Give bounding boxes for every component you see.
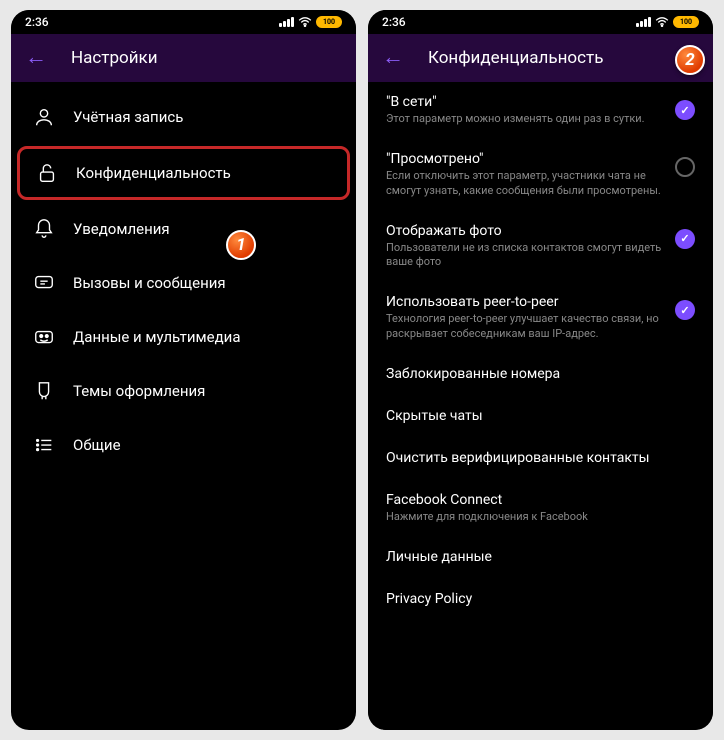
sidebar-item-account[interactable]: Учётная запись: [11, 90, 356, 144]
priv-item-blocked[interactable]: Заблокированные номера: [368, 354, 713, 396]
priv-item-clear[interactable]: Очистить верифицированные контакты: [368, 438, 713, 480]
sidebar-item-themes[interactable]: Темы оформления: [11, 364, 356, 418]
annotation-badge-1: 1: [226, 230, 256, 260]
radio-checked[interactable]: [675, 100, 695, 120]
priv-title: Личные данные: [386, 549, 695, 565]
phone-screen-settings: 2:36 100 ← Настройки Учётная запись Конф…: [11, 10, 356, 730]
signal-icon: [279, 17, 294, 27]
radio-unchecked[interactable]: [675, 157, 695, 177]
lock-icon: [36, 162, 58, 184]
radio-checked[interactable]: [675, 300, 695, 320]
media-icon: [33, 326, 55, 348]
app-header: ← Конфиденциальность: [368, 34, 713, 82]
wifi-icon: [298, 17, 312, 27]
priv-title: Заблокированные номера: [386, 366, 695, 382]
sidebar-item-media[interactable]: Данные и мультимедиа: [11, 310, 356, 364]
status-bar: 2:36 100: [368, 10, 713, 34]
settings-list: Учётная запись Конфиденциальность Уведом…: [11, 82, 356, 480]
priv-item-online[interactable]: "В сети" Этот параметр можно изменять од…: [368, 82, 713, 139]
annotation-badge-2: 2: [675, 45, 705, 75]
back-icon[interactable]: ←: [25, 47, 47, 69]
priv-item-personal[interactable]: Личные данные: [368, 537, 713, 579]
priv-title: Отображать фото: [386, 223, 663, 239]
battery-icon: 100: [673, 16, 699, 28]
status-bar: 2:36 100: [11, 10, 356, 34]
status-time: 2:36: [25, 15, 49, 29]
setting-label: Вызовы и сообщения: [73, 274, 226, 292]
signal-icon: [636, 17, 651, 27]
priv-item-policy[interactable]: Privacy Policy: [368, 579, 713, 621]
setting-label: Общие: [73, 436, 121, 454]
priv-item-p2p[interactable]: Использовать peer-to-peer Технология pee…: [368, 282, 713, 354]
priv-item-photo[interactable]: Отображать фото Пользователи не из списк…: [368, 211, 713, 283]
sidebar-item-notifications[interactable]: Уведомления: [11, 202, 356, 256]
setting-label: Учётная запись: [73, 108, 183, 126]
header-title: Настройки: [71, 48, 158, 68]
priv-item-facebook[interactable]: Facebook Connect Нажмите для подключения…: [368, 480, 713, 537]
priv-title: Privacy Policy: [386, 591, 695, 607]
phone-screen-privacy: 2:36 100 ← Конфиденциальность "В сети" Э…: [368, 10, 713, 730]
header-title: Конфиденциальность: [428, 48, 603, 68]
brush-icon: [33, 380, 55, 402]
priv-title: Использовать peer-to-peer: [386, 294, 663, 310]
app-header: ← Настройки: [11, 34, 356, 82]
priv-title: Скрытые чаты: [386, 408, 695, 424]
setting-label: Уведомления: [73, 220, 170, 238]
bell-icon: [33, 218, 55, 240]
priv-title: "В сети": [386, 94, 663, 110]
privacy-list: "В сети" Этот параметр можно изменять од…: [368, 82, 713, 730]
priv-desc: Технология peer-to-peer улучшает качеств…: [386, 312, 663, 342]
priv-title: Facebook Connect: [386, 492, 695, 508]
priv-desc: Пользователи не из списка контактов смог…: [386, 241, 663, 271]
status-indicators: 100: [279, 16, 342, 28]
wifi-icon: [655, 17, 669, 27]
status-time: 2:36: [382, 15, 406, 29]
priv-desc: Если отключить этот параметр, участники …: [386, 169, 663, 199]
setting-label: Темы оформления: [73, 382, 205, 400]
list-icon: [33, 434, 55, 456]
battery-icon: 100: [316, 16, 342, 28]
setting-label: Данные и мультимедиа: [73, 328, 240, 346]
radio-checked[interactable]: [675, 229, 695, 249]
priv-item-seen[interactable]: "Просмотрено" Если отключить этот параме…: [368, 139, 713, 211]
sidebar-item-general[interactable]: Общие: [11, 418, 356, 472]
priv-item-hidden[interactable]: Скрытые чаты: [368, 396, 713, 438]
priv-desc: Этот параметр можно изменять один раз в …: [386, 112, 663, 127]
sidebar-item-privacy[interactable]: Конфиденциальность: [17, 146, 350, 200]
user-icon: [33, 106, 55, 128]
priv-desc: Нажмите для подключения к Facebook: [386, 510, 695, 525]
setting-label: Конфиденциальность: [76, 164, 231, 182]
chat-icon: [33, 272, 55, 294]
back-icon[interactable]: ←: [382, 47, 404, 69]
priv-title: "Просмотрено": [386, 151, 663, 167]
status-indicators: 100: [636, 16, 699, 28]
priv-title: Очистить верифицированные контакты: [386, 450, 695, 466]
sidebar-item-calls[interactable]: Вызовы и сообщения: [11, 256, 356, 310]
